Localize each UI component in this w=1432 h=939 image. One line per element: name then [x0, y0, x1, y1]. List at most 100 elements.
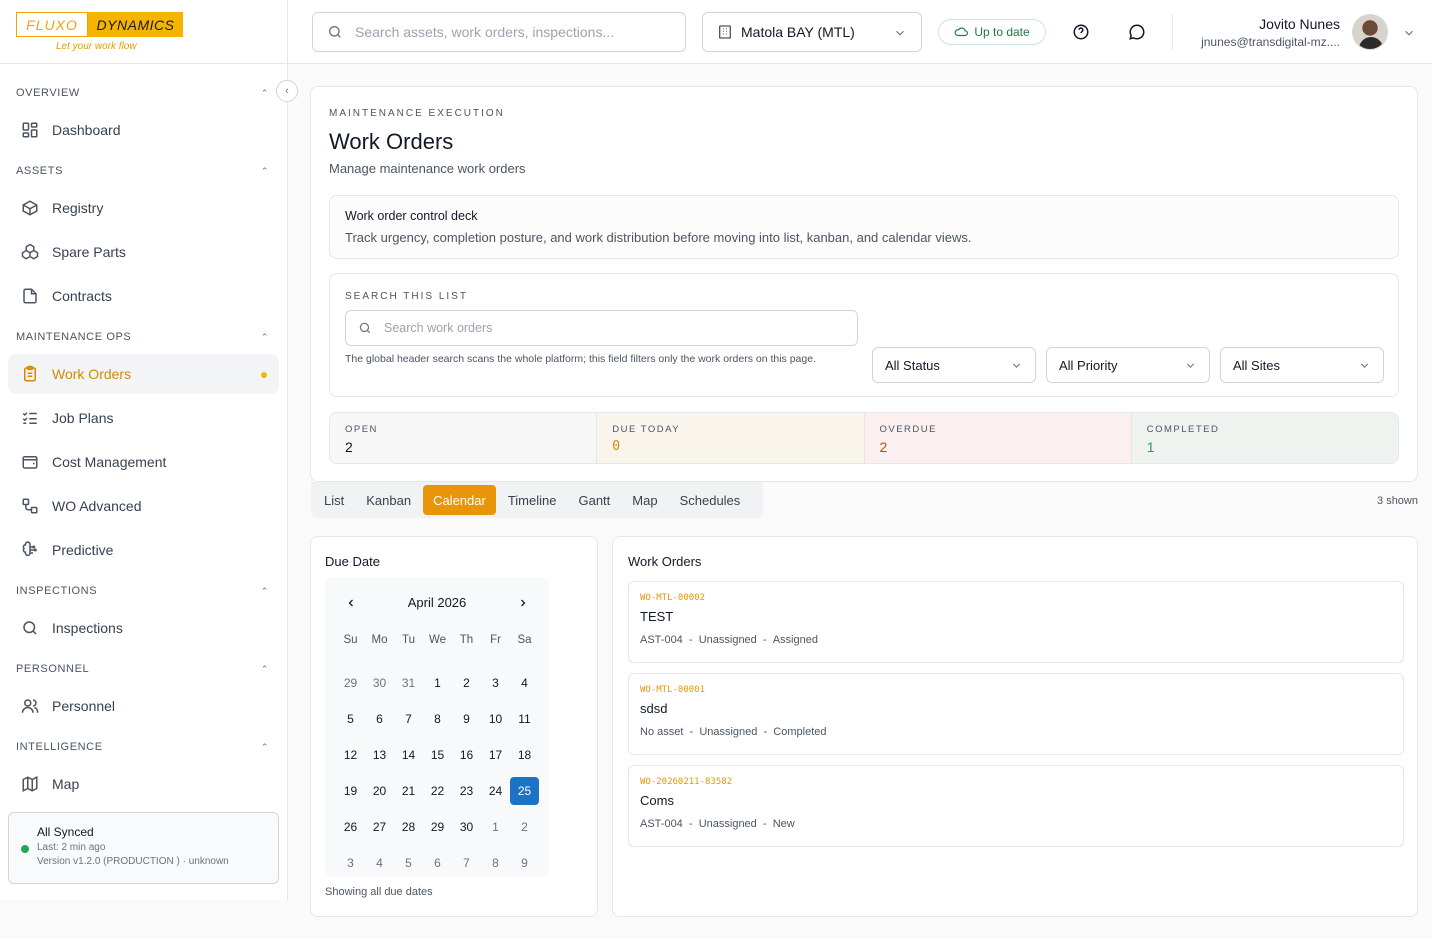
calendar-day[interactable]: 6 — [365, 705, 394, 733]
priority-filter-select[interactable]: All Priority — [1046, 347, 1210, 383]
collapse-sidebar-button[interactable]: ‹ — [276, 80, 298, 102]
sidebar-item-map[interactable]: Map — [8, 764, 279, 804]
calendar-day[interactable]: 29 — [423, 813, 452, 841]
calendar-day[interactable]: 13 — [365, 741, 394, 769]
calendar-day[interactable]: 7 — [394, 705, 423, 733]
tab-calendar[interactable]: Calendar — [423, 485, 496, 515]
calendar-day[interactable]: 5 — [394, 849, 423, 877]
work-order-search-input[interactable]: Search work orders — [345, 310, 858, 346]
calendar-day-selected[interactable]: 25 — [510, 777, 539, 805]
sidebar-item-dashboard[interactable]: Dashboard — [8, 110, 279, 150]
section-inspections[interactable]: INSPECTIONS ⌃ — [0, 574, 287, 608]
calendar-day[interactable]: 6 — [423, 849, 452, 877]
tab-schedules[interactable]: Schedules — [670, 485, 751, 515]
section-intelligence[interactable]: INTELLIGENCE ⌃ — [0, 730, 287, 764]
section-personnel[interactable]: PERSONNEL ⌃ — [0, 652, 287, 686]
chevron-down-icon[interactable] — [1402, 26, 1416, 40]
stat-due-today[interactable]: DUE TODAY 0 — [597, 413, 865, 463]
site-selector[interactable]: Matola BAY (MTL) — [702, 12, 922, 52]
active-indicator-dot — [261, 372, 267, 378]
user-name[interactable]: Jovito Nunes — [1259, 16, 1340, 32]
sidebar-item-personnel[interactable]: Personnel — [8, 686, 279, 726]
sidebar-item-label: Spare Parts — [52, 244, 126, 260]
sites-filter-value: All Sites — [1233, 357, 1280, 373]
calendar-day[interactable]: 8 — [423, 705, 452, 733]
tab-list[interactable]: List — [314, 485, 354, 515]
work-order-card[interactable]: WO-MTL-00002 TEST AST-004 - Unassigned -… — [628, 581, 1404, 663]
work-order-card[interactable]: WO-MTL-00001 sdsd No asset - Unassigned … — [628, 673, 1404, 755]
calendar-day[interactable]: 30 — [452, 813, 481, 841]
tab-kanban[interactable]: Kanban — [356, 485, 421, 515]
calendar-day[interactable]: 10 — [481, 705, 510, 733]
calendar-day[interactable]: 9 — [452, 705, 481, 733]
sync-badge[interactable]: Up to date — [938, 19, 1046, 45]
calendar-day[interactable]: 16 — [452, 741, 481, 769]
sidebar-item-label: Dashboard — [52, 122, 121, 138]
calendar-day[interactable]: 30 — [365, 669, 394, 697]
priority-filter-value: All Priority — [1059, 357, 1118, 373]
calendar-day[interactable]: 31 — [394, 669, 423, 697]
calendar-day[interactable]: 29 — [336, 669, 365, 697]
calendar-day[interactable]: 9 — [510, 849, 539, 877]
sync-status-panel[interactable]: All Synced Last: 2 min ago Version v1.2.… — [8, 812, 279, 884]
calendar-day[interactable]: 28 — [394, 813, 423, 841]
section-assets[interactable]: ASSETS ⌃ — [0, 154, 287, 188]
stat-open[interactable]: OPEN 2 — [330, 413, 598, 463]
calendar-day[interactable]: 7 — [452, 849, 481, 877]
weekday-label: Tu — [402, 634, 415, 646]
calendar-day[interactable]: 26 — [336, 813, 365, 841]
calendar-day[interactable]: 4 — [510, 669, 539, 697]
sidebar-item-inspections[interactable]: Inspections — [8, 608, 279, 648]
global-search-input[interactable]: Search assets, work orders, inspections.… — [312, 12, 686, 52]
section-overview[interactable]: OVERVIEW ⌃ — [0, 76, 287, 110]
tab-gantt[interactable]: Gantt — [568, 485, 620, 515]
calendar-day[interactable]: 3 — [481, 669, 510, 697]
calendar-day[interactable]: 23 — [452, 777, 481, 805]
chat-icon[interactable] — [1127, 22, 1147, 42]
calendar-day[interactable]: 8 — [481, 849, 510, 877]
calendar-day[interactable]: 27 — [365, 813, 394, 841]
work-order-card[interactable]: WO-20260211-83582 Coms AST-004 - Unassig… — [628, 765, 1404, 847]
sidebar-item-spare-parts[interactable]: Spare Parts — [8, 232, 279, 272]
calendar-day[interactable]: 20 — [365, 777, 394, 805]
calendar-day[interactable]: 1 — [423, 669, 452, 697]
calendar-day[interactable]: 12 — [336, 741, 365, 769]
results-count: 3 shown — [1377, 495, 1418, 507]
calendar-day[interactable]: 5 — [336, 705, 365, 733]
calendar-day[interactable]: 3 — [336, 849, 365, 877]
sites-filter-select[interactable]: All Sites — [1220, 347, 1384, 383]
calendar-day[interactable]: 19 — [336, 777, 365, 805]
sidebar-item-predictive[interactable]: Predictive — [8, 530, 279, 570]
avatar[interactable] — [1352, 14, 1388, 50]
logo[interactable]: FLUXO DYNAMICS Let your work flow — [16, 12, 186, 56]
stat-overdue[interactable]: OVERDUE 2 — [864, 413, 1132, 463]
tab-map[interactable]: Map — [622, 485, 667, 515]
calendar-day[interactable]: 14 — [394, 741, 423, 769]
sidebar-item-work-orders[interactable]: Work Orders — [8, 354, 279, 394]
work-order-meta: AST-004 - Unassigned - Assigned — [640, 634, 818, 646]
calendar-day[interactable]: 15 — [423, 741, 452, 769]
calendar-day[interactable]: 21 — [394, 777, 423, 805]
calendar-day[interactable]: 11 — [510, 705, 539, 733]
sidebar-item-label: Inspections — [52, 620, 123, 636]
sidebar-item-contracts[interactable]: Contracts — [8, 276, 279, 316]
calendar-day[interactable]: 2 — [510, 813, 539, 841]
calendar-day[interactable]: 4 — [365, 849, 394, 877]
calendar-day[interactable]: 18 — [510, 741, 539, 769]
help-icon[interactable] — [1071, 22, 1091, 42]
stat-value: 2 — [879, 439, 888, 455]
calendar-day[interactable]: 22 — [423, 777, 452, 805]
tab-timeline[interactable]: Timeline — [498, 485, 567, 515]
next-month-button[interactable] — [515, 595, 531, 611]
status-filter-select[interactable]: All Status — [872, 347, 1036, 383]
calendar-day[interactable]: 24 — [481, 777, 510, 805]
calendar-day[interactable]: 17 — [481, 741, 510, 769]
calendar-day[interactable]: 2 — [452, 669, 481, 697]
sidebar-item-cost-management[interactable]: Cost Management — [8, 442, 279, 482]
sidebar-item-wo-advanced[interactable]: WO Advanced — [8, 486, 279, 526]
section-maintenance-ops[interactable]: MAINTENANCE OPS ⌃ — [0, 320, 287, 354]
stat-completed[interactable]: COMPLETED 1 — [1131, 413, 1398, 463]
calendar-day[interactable]: 1 — [481, 813, 510, 841]
sidebar-item-registry[interactable]: Registry — [8, 188, 279, 228]
sidebar-item-job-plans[interactable]: Job Plans — [8, 398, 279, 438]
